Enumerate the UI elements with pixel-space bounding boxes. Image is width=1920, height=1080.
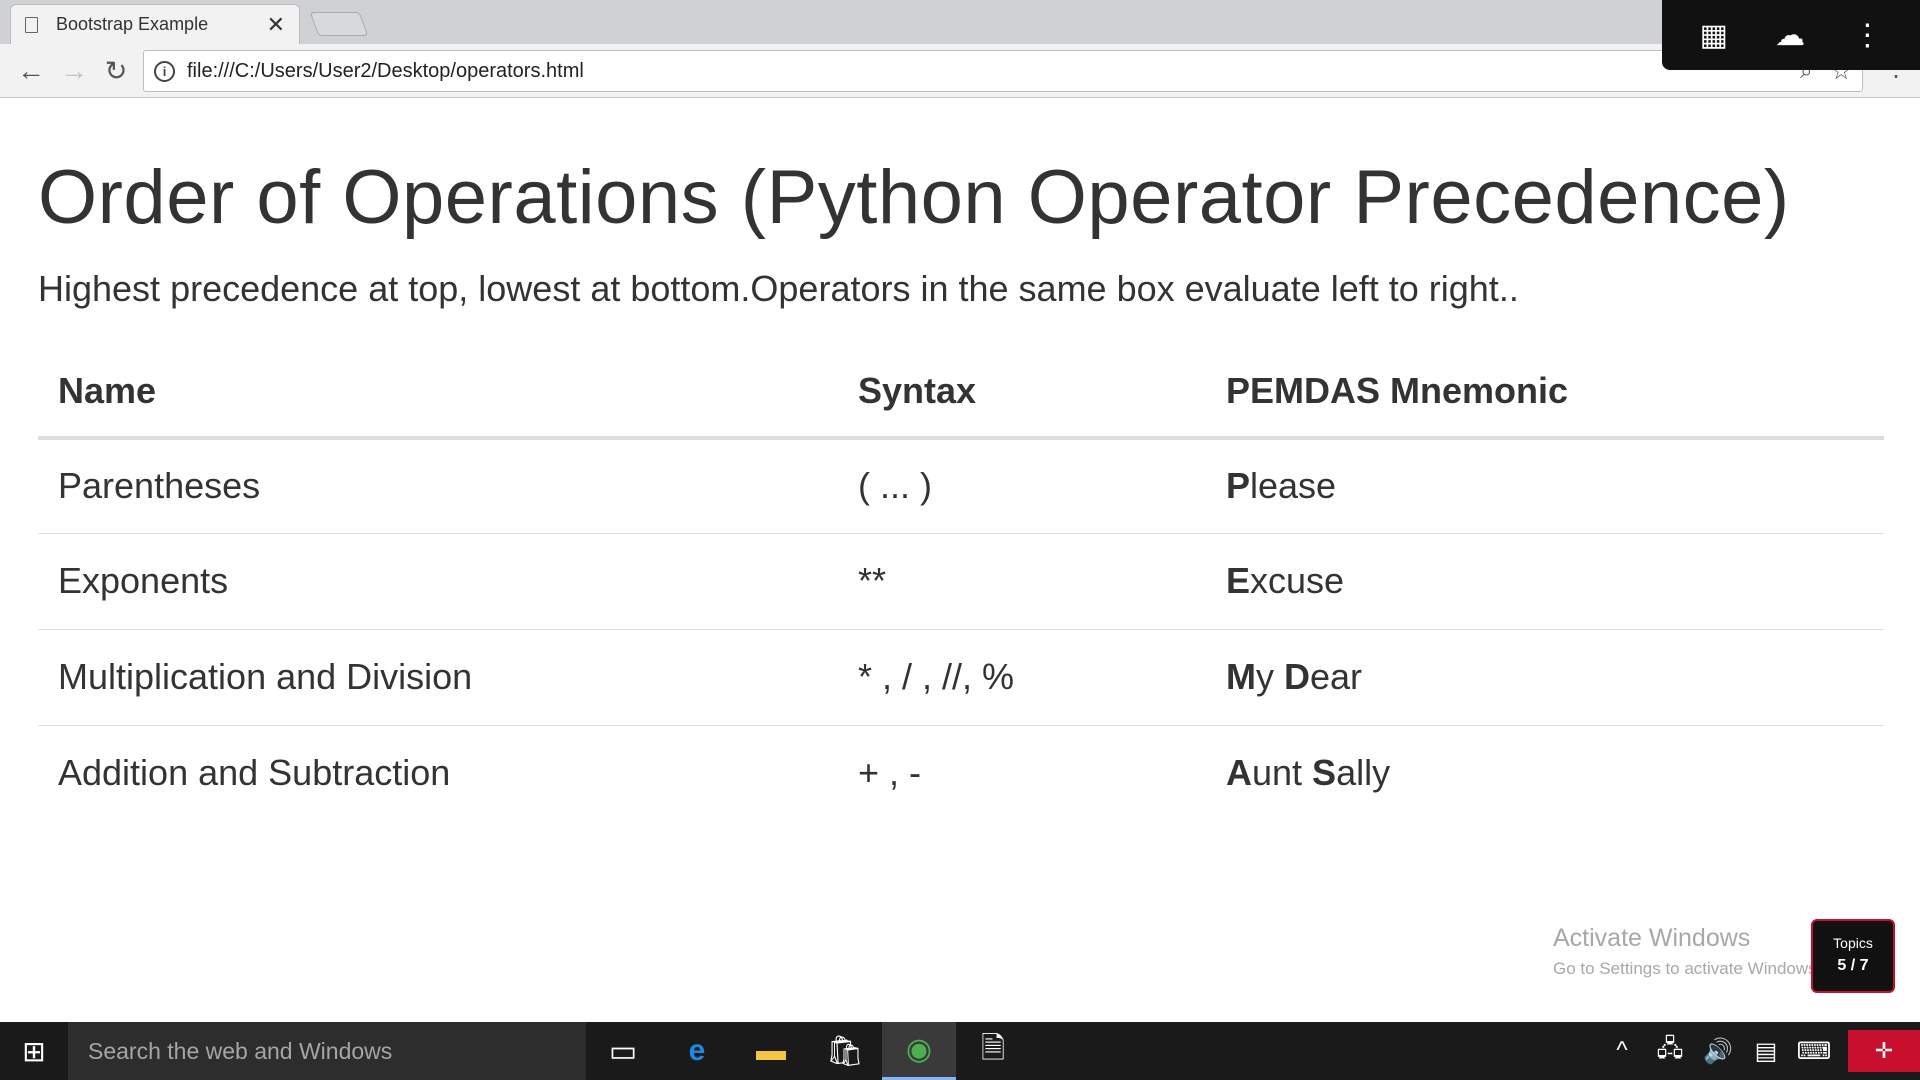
- header-mnemonic: PEMDAS Mnemonic: [1206, 347, 1884, 440]
- keyboard-icon[interactable]: ⌨: [1790, 1037, 1838, 1066]
- tab-bar: Bootstrap Example ✕: [0, 0, 1920, 44]
- volume-icon[interactable]: 🔊: [1694, 1037, 1742, 1066]
- back-arrow-icon[interactable]: ←: [12, 52, 50, 90]
- mnemonic-initial: D: [1284, 656, 1311, 698]
- python-file-icon[interactable]: 🗎: [956, 1022, 1030, 1080]
- cell-mnemonic: My Dear: [1206, 629, 1884, 726]
- watermark-subtitle: Go to Settings to activate Windows.: [1553, 959, 1822, 978]
- forward-arrow-icon[interactable]: →: [55, 52, 93, 90]
- precedence-table: Name Syntax PEMDAS Mnemonic Parentheses …: [38, 347, 1884, 822]
- recorder-stop-icon[interactable]: ✛: [1848, 1030, 1920, 1072]
- cell-mnemonic: Aunt Sally: [1206, 725, 1884, 822]
- new-tab-button[interactable]: [309, 12, 369, 36]
- reload-icon[interactable]: ↻: [97, 52, 135, 90]
- mnemonic-rest: unt: [1252, 752, 1313, 794]
- page-content: Order of Operations (Python Operator Pre…: [0, 98, 1920, 1022]
- cell-syntax: ( ... ): [858, 464, 932, 506]
- network-icon[interactable]: 🖧: [1646, 1031, 1694, 1072]
- table-row: Parentheses ( ... ) Please: [38, 438, 1884, 534]
- cell-mnemonic: Please: [1206, 438, 1884, 534]
- task-view-icon[interactable]: ▭: [586, 1022, 660, 1080]
- system-tray: ^ 🖧 🔊 ▤ ⌨ ✛: [1598, 1022, 1920, 1080]
- mnemonic-rest: y: [1256, 656, 1285, 698]
- mnemonic-initial: M: [1226, 656, 1256, 698]
- cell-name: Exponents: [38, 533, 838, 630]
- table-row: Addition and Subtraction + , - Aunt Sall…: [38, 725, 1884, 822]
- cell-mnemonic: Excuse: [1206, 533, 1884, 630]
- page-icon: [25, 16, 38, 33]
- mnemonic-initial: S: [1312, 752, 1337, 794]
- tab-title: Bootstrap Example: [56, 14, 209, 34]
- table-header-row: Name Syntax PEMDAS Mnemonic: [38, 347, 1884, 440]
- chrome-icon[interactable]: ◉: [882, 1022, 956, 1080]
- show-hidden-icons-chevron-icon[interactable]: ^: [1598, 1037, 1646, 1065]
- close-tab-icon[interactable]: ✕: [267, 13, 285, 36]
- mnemonic-initial: E: [1226, 560, 1251, 602]
- info-icon[interactable]: i: [154, 60, 175, 82]
- browser-tab[interactable]: Bootstrap Example ✕: [10, 4, 300, 44]
- watermark-title: Activate Windows: [1553, 924, 1751, 952]
- windows-start-icon[interactable]: ⊞: [0, 1022, 68, 1080]
- browser-toolbar: ← → ↻ i file:///C:/Users/User2/Desktop/o…: [0, 44, 1920, 98]
- table-row: Multiplication and Division * , / , //, …: [38, 629, 1884, 726]
- action-center-icon[interactable]: ▤: [1742, 1037, 1790, 1066]
- cell-syntax: + , -: [838, 725, 1206, 822]
- cell-syntax: **: [838, 533, 1206, 630]
- cell-name: Multiplication and Division: [38, 629, 838, 726]
- mnemonic-initial: P: [1226, 464, 1251, 506]
- mnemonic-rest: ally: [1336, 752, 1391, 794]
- mnemonic-rest: ear: [1310, 656, 1363, 698]
- cell-name: Parentheses: [58, 464, 261, 506]
- topics-count: 5 / 7: [1837, 957, 1869, 974]
- topics-label: Topics: [1833, 935, 1873, 951]
- page-title: Order of Operations (Python Operator Pre…: [38, 155, 1790, 240]
- cloud-icon[interactable]: ☁: [1775, 18, 1805, 53]
- mnemonic-initial: A: [1226, 752, 1252, 794]
- more-options-icon[interactable]: ⋮: [1852, 18, 1882, 53]
- cell-syntax: * , / , //, %: [838, 629, 1206, 726]
- taskbar-search-input[interactable]: Search the web and Windows: [68, 1022, 586, 1080]
- mnemonic-rest: lease: [1250, 464, 1337, 506]
- taskbar: ⊞ Search the web and Windows ▭ e ▬ 🛍 ◉ 🗎…: [0, 1022, 1920, 1080]
- mnemonic-rest: xcuse: [1250, 560, 1345, 602]
- address-bar[interactable]: i file:///C:/Users/User2/Desktop/operato…: [143, 50, 1863, 92]
- cell-name: Addition and Subtraction: [38, 725, 838, 822]
- page-subtitle: Highest precedence at top, lowest at bot…: [38, 267, 1519, 309]
- overlay-controls: ▦ ☁ ⋮: [1662, 0, 1920, 70]
- edge-browser-icon[interactable]: e: [660, 1022, 734, 1080]
- url-text[interactable]: file:///C:/Users/User2/Desktop/operators…: [187, 60, 1800, 83]
- header-syntax: Syntax: [838, 347, 1206, 440]
- activate-windows-watermark: Activate Windows Go to Settings to activ…: [1553, 924, 1821, 979]
- file-explorer-icon[interactable]: ▬: [734, 1022, 808, 1080]
- header-name: Name: [38, 347, 838, 440]
- table-row: Exponents ** Excuse: [38, 533, 1884, 630]
- table-icon[interactable]: ▦: [1700, 18, 1728, 53]
- store-icon[interactable]: 🛍: [808, 1022, 882, 1080]
- topics-badge[interactable]: Topics 5 / 7: [1811, 919, 1895, 993]
